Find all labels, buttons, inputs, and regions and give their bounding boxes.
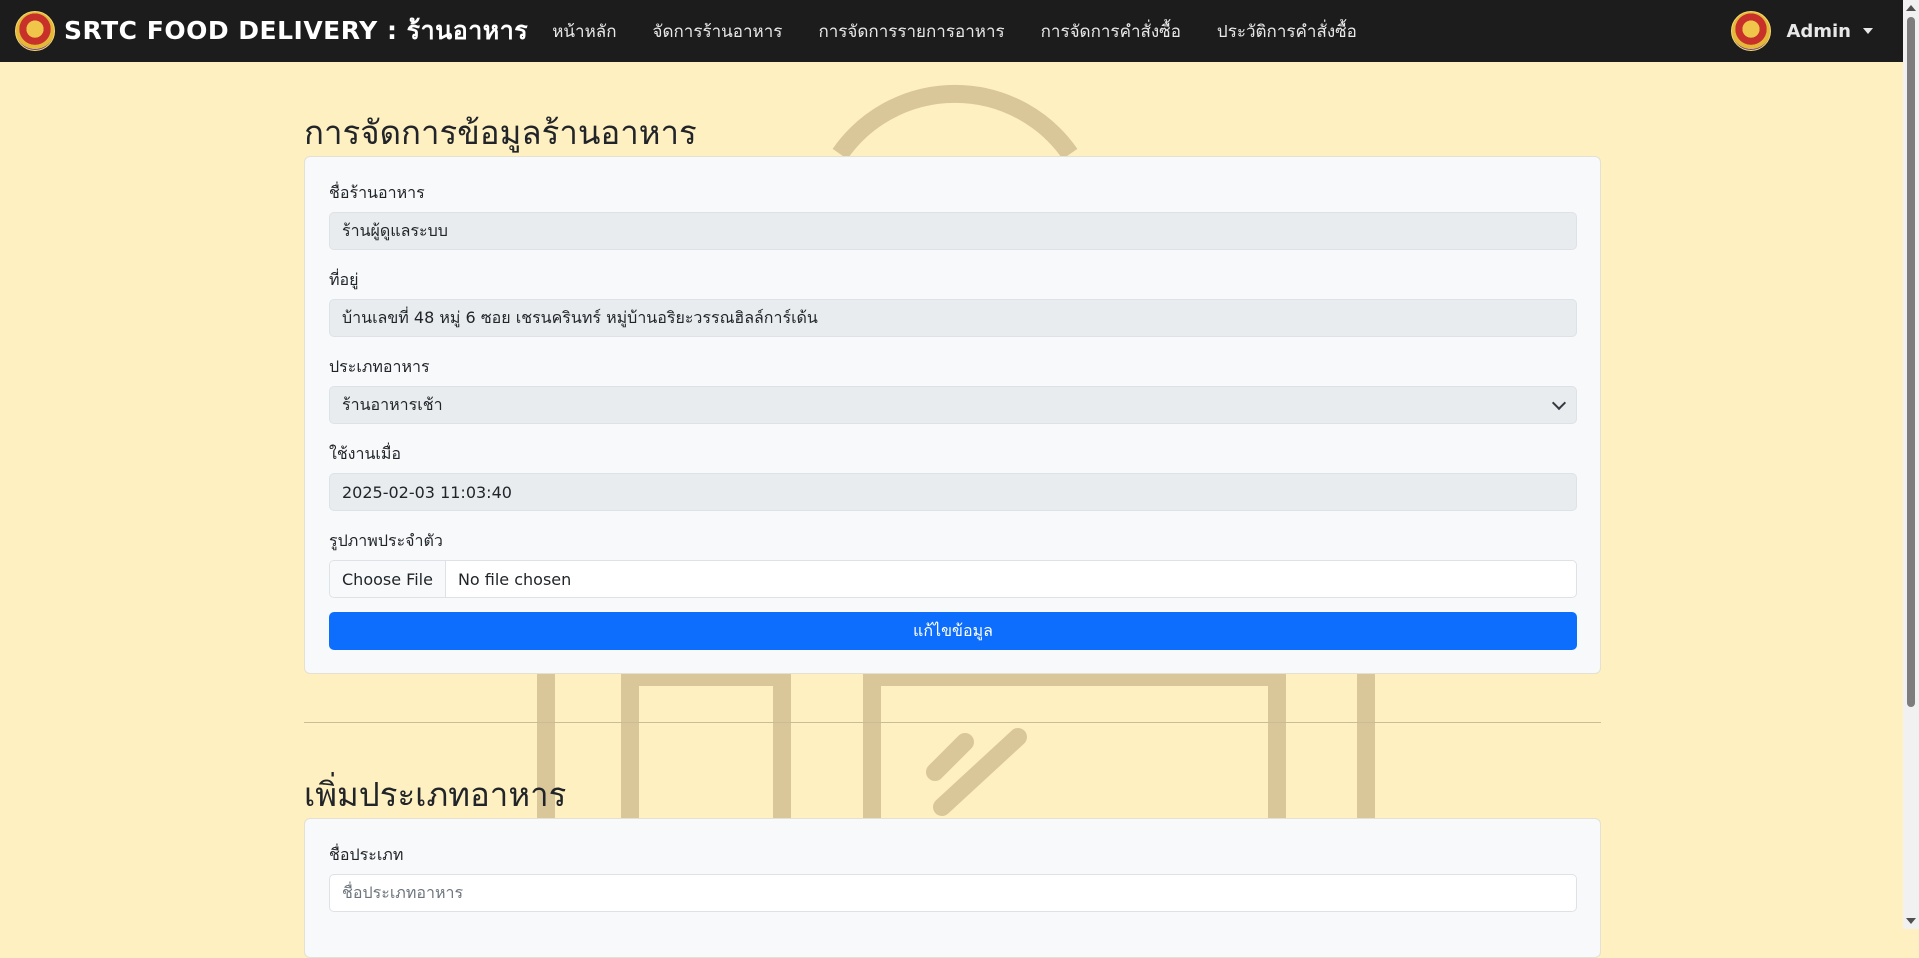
choose-file-button[interactable]: Choose File [330,561,446,597]
page-scrollbar[interactable] [1903,0,1919,929]
address-field[interactable]: บ้านเลขที่ 48 หมู่ 6 ซอย เชรนครินทร์ หมู… [329,299,1577,337]
nav-links: หน้าหลัก จัดการร้านอาหาร การจัดการรายการ… [552,18,1393,45]
food-type-label: ประเภทอาหาร [329,357,430,376]
section-divider [304,722,1601,723]
file-status: No file chosen [457,569,572,589]
scrollbar-thumb[interactable] [1907,17,1915,707]
restaurant-name-label: ชื่อร้านอาหาร [329,183,425,202]
scroll-down-arrow-icon[interactable] [1906,918,1916,924]
nav-link-home[interactable]: หน้าหลัก [552,18,616,45]
created-field[interactable]: 2025-02-03 11:03:40 [329,473,1577,511]
user-menu[interactable]: Admin [1731,11,1873,51]
restaurant-name-field[interactable]: ร้านผู้ดูแลระบบ [329,212,1577,250]
user-name[interactable]: Admin [1786,21,1851,42]
created-label: ใช้งานเมื่อ [329,444,402,463]
nav-link-manage-menu[interactable]: การจัดการรายการอาหาร [818,18,1004,45]
restaurant-section-title: การจัดการข้อมูลร้านอาหาร [304,113,697,152]
add-type-section-title: เพิ่มประเภทอาหาร [304,775,567,814]
scroll-up-arrow-icon[interactable] [1906,5,1916,11]
type-name-input[interactable]: ชื่อประเภทอาหาร [329,874,1577,912]
caret-down-icon[interactable] [1863,28,1873,34]
add-type-form-card: ชื่อประเภท ชื่อประเภทอาหาร [304,818,1601,958]
nav-link-order-history[interactable]: ประวัติการคำสั่งซื้อ [1217,18,1357,45]
chevron-down-icon [1551,395,1567,411]
profile-image-label: รูปภาพประจำตัว [329,531,443,550]
food-type-select[interactable]: ร้านอาหารเช้า [329,386,1577,424]
address-label: ที่อยู่ [329,270,359,289]
edit-info-button[interactable]: แก้ไขข้อมูล [329,612,1577,650]
add-type-section: เพิ่มประเภทอาหาร [304,768,1601,821]
nav-link-manage-orders[interactable]: การจัดการคำสั่งซื้อ [1041,18,1181,45]
top-navbar: SRTC FOOD DELIVERY : ร้านอาหาร หน้าหลัก … [0,0,1903,62]
school-logo-icon[interactable] [15,11,55,51]
profile-image-input[interactable]: Choose File No file chosen [329,560,1577,598]
type-name-label: ชื่อประเภท [329,845,404,864]
brand-title[interactable]: SRTC FOOD DELIVERY : ร้านอาหาร [64,11,528,51]
avatar[interactable] [1731,11,1772,51]
nav-link-manage-restaurant[interactable]: จัดการร้านอาหาร [653,18,783,45]
restaurant-section: การจัดการข้อมูลร้านอาหาร [304,106,1601,159]
food-type-selected: ร้านอาหารเช้า [342,394,443,414]
restaurant-form-card: ชื่อร้านอาหาร ร้านผู้ดูแลระบบ ที่อยู่ บ้… [304,156,1601,674]
